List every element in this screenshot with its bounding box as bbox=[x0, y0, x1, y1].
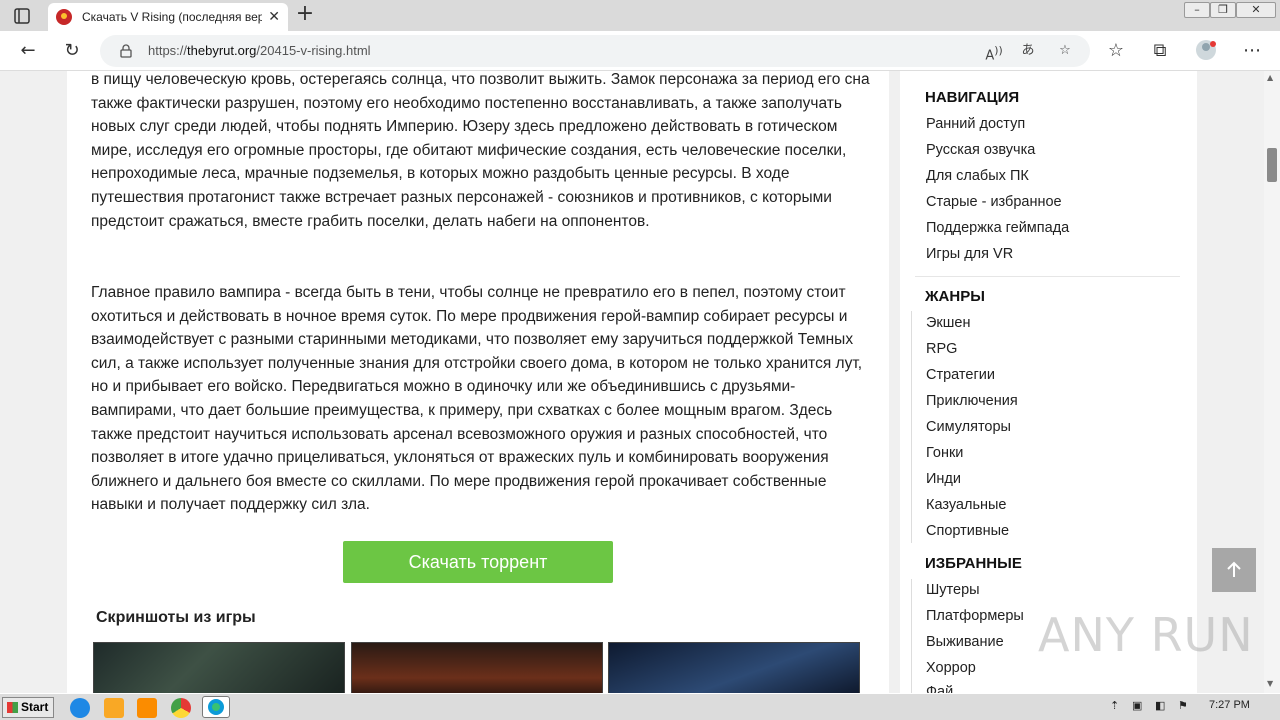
scroll-to-top-button[interactable] bbox=[1212, 548, 1256, 592]
edge-taskbar-button[interactable] bbox=[202, 696, 230, 718]
sidebar-item[interactable]: Стратегии bbox=[926, 367, 995, 383]
sidebar-item[interactable]: Русская озвучка bbox=[926, 142, 1035, 158]
scroll-down-icon[interactable]: ▼ bbox=[1267, 679, 1273, 688]
tab-close-icon[interactable]: ✕ bbox=[268, 9, 280, 25]
download-torrent-button[interactable]: Скачать торрент bbox=[343, 541, 613, 583]
article-content: в пищу человеческую кровь, остерегаясь с… bbox=[67, 71, 889, 693]
sidebar: НАВИГАЦИЯ Ранний доступ Русская озвучка … bbox=[900, 71, 1197, 693]
refresh-icon[interactable]: ↻ bbox=[60, 39, 84, 63]
minimize-button[interactable]: – bbox=[1184, 2, 1210, 18]
sidebar-item[interactable]: Игры для VR bbox=[926, 246, 1013, 262]
web-page: в пищу человеческую кровь, остерегаясь с… bbox=[0, 71, 1264, 693]
sidebar-item[interactable]: Казуальные bbox=[926, 497, 1007, 513]
sidebar-item[interactable]: Спортивные bbox=[926, 523, 1009, 539]
media-player-icon[interactable] bbox=[137, 698, 157, 718]
sidebar-heading-favorites: ИЗБРАННЫЕ bbox=[925, 555, 1022, 572]
close-window-button[interactable]: ✕ bbox=[1236, 2, 1276, 18]
screenshot-thumbnail[interactable] bbox=[608, 642, 860, 693]
sidebar-divider bbox=[911, 311, 912, 543]
sidebar-item[interactable]: RPG bbox=[926, 341, 957, 357]
sidebar-item[interactable]: Выживание bbox=[926, 634, 1004, 650]
sidebar-item[interactable]: Приключения bbox=[926, 393, 1018, 409]
address-bar[interactable]: https://thebyrut.org/20415-v-rising.html… bbox=[100, 35, 1090, 67]
start-button[interactable]: Start bbox=[2, 697, 54, 718]
scrollbar-thumb[interactable] bbox=[1267, 148, 1277, 182]
collections-icon[interactable]: ⧉ bbox=[1148, 39, 1172, 63]
internet-explorer-icon[interactable] bbox=[70, 698, 90, 718]
url-text[interactable]: https://thebyrut.org/20415-v-rising.html bbox=[148, 43, 371, 58]
read-aloud-icon[interactable]: A)) bbox=[984, 41, 1004, 63]
anyrun-watermark: ANY RUN bbox=[1038, 608, 1254, 662]
sidebar-heading-navigation: НАВИГАЦИЯ bbox=[925, 89, 1020, 106]
tray-volume-icon[interactable]: ◧ bbox=[1155, 699, 1165, 712]
sidebar-item[interactable]: Симуляторы bbox=[926, 419, 1011, 435]
sidebar-item[interactable]: Экшен bbox=[926, 315, 970, 331]
sidebar-item[interactable]: Инди bbox=[926, 471, 961, 487]
chrome-icon[interactable] bbox=[171, 698, 191, 718]
tab-title: Скачать V Rising (последняя вер bbox=[82, 10, 262, 24]
sidebar-item[interactable]: Поддержка геймпада bbox=[926, 220, 1069, 236]
browser-toolbar: ← ↻ https://thebyrut.org/20415-v-rising.… bbox=[0, 31, 1280, 71]
tab-actions-icon[interactable] bbox=[10, 6, 34, 26]
site-favicon-icon bbox=[56, 9, 72, 25]
favorites-icon[interactable]: ☆ bbox=[1104, 39, 1128, 63]
screenshot-thumbnail[interactable] bbox=[351, 642, 603, 693]
file-explorer-icon[interactable] bbox=[104, 698, 124, 718]
clock[interactable]: 7:27 PM bbox=[1209, 699, 1250, 711]
sidebar-divider bbox=[915, 276, 1180, 277]
sidebar-item[interactable]: Хоррор bbox=[926, 660, 976, 676]
tab-active[interactable]: Скачать V Rising (последняя вер ✕ bbox=[48, 3, 288, 31]
tray-expand-icon[interactable]: ⇡ bbox=[1110, 699, 1119, 712]
tray-network-icon[interactable]: ▣ bbox=[1132, 699, 1142, 712]
sidebar-heading-genres: ЖАНРЫ bbox=[925, 288, 985, 305]
profile-avatar-icon[interactable] bbox=[1194, 39, 1218, 63]
add-favorite-icon[interactable]: ☆ bbox=[1055, 41, 1075, 61]
scroll-up-icon[interactable]: ▲ bbox=[1267, 73, 1273, 82]
article-paragraph: в пищу человеческую кровь, остерегаясь с… bbox=[91, 71, 870, 230]
translate-icon[interactable]: あ bbox=[1018, 41, 1038, 61]
new-tab-button[interactable]: + bbox=[294, 3, 316, 26]
sidebar-item[interactable]: Фай bbox=[926, 684, 953, 693]
more-menu-icon[interactable]: ⋯ bbox=[1240, 39, 1264, 63]
maximize-button[interactable]: ❐ bbox=[1210, 2, 1236, 18]
edge-icon bbox=[208, 699, 224, 715]
windows-taskbar: Start ⇡ ▣ ◧ ⚑ 7:27 PM bbox=[0, 693, 1280, 720]
screenshot-thumbnail[interactable] bbox=[93, 642, 345, 693]
article-paragraph: Главное правило вампира - всегда быть в … bbox=[91, 284, 863, 514]
sidebar-item[interactable]: Для слабых ПК bbox=[926, 168, 1029, 184]
arrow-up-icon bbox=[1227, 561, 1241, 577]
sidebar-item[interactable]: Шутеры bbox=[926, 582, 980, 598]
tab-strip: Скачать V Rising (последняя вер ✕ + – ❐ … bbox=[0, 0, 1280, 31]
sidebar-item[interactable]: Платформеры bbox=[926, 608, 1024, 624]
tray-flag-icon[interactable]: ⚑ bbox=[1178, 699, 1188, 712]
back-arrow-icon[interactable]: ← bbox=[16, 39, 40, 63]
sidebar-divider bbox=[911, 579, 912, 693]
lock-icon bbox=[120, 44, 132, 58]
screenshots-heading: Скриншоты из игры bbox=[96, 609, 256, 626]
sidebar-item[interactable]: Ранний доступ bbox=[926, 116, 1025, 132]
sidebar-item[interactable]: Старые - избранное bbox=[926, 194, 1062, 210]
sidebar-item[interactable]: Гонки bbox=[926, 445, 963, 461]
page-scrollbar[interactable]: ▲ ▼ bbox=[1264, 71, 1280, 693]
